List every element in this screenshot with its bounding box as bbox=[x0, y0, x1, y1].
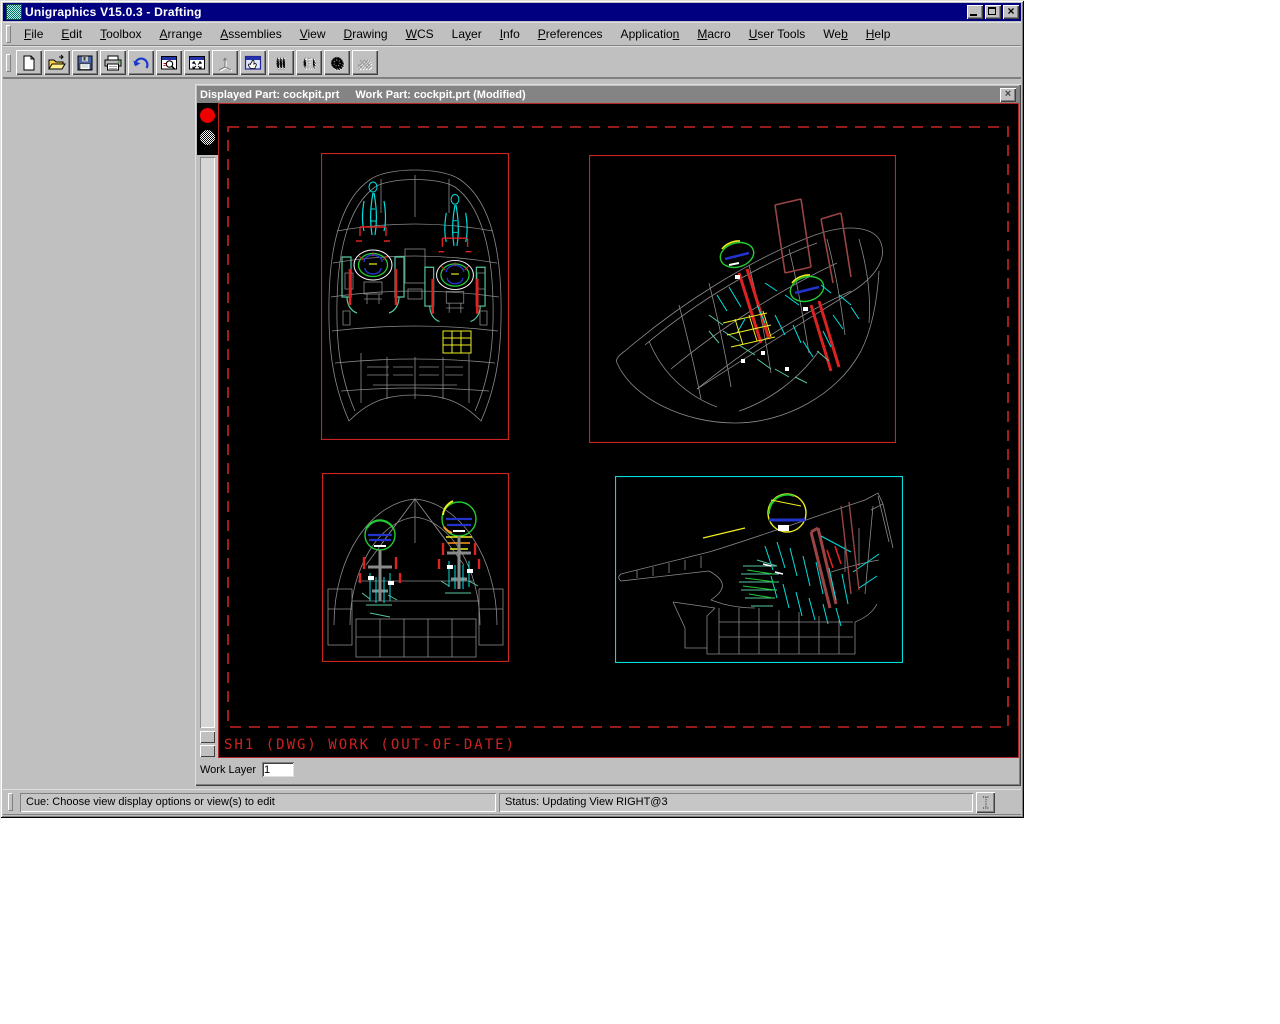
status-panel: Status: Updating View RIGHT@3 bbox=[499, 793, 973, 812]
dotted-part-icon bbox=[271, 54, 291, 72]
menu-item-layer[interactable]: Layer bbox=[443, 24, 491, 44]
menu-item-assemblies[interactable]: Assemblies bbox=[211, 24, 290, 44]
interrupt-icon bbox=[980, 795, 992, 810]
stoplight-panel bbox=[197, 103, 218, 155]
view-operation-button[interactable] bbox=[240, 50, 266, 75]
strip-button-upper[interactable] bbox=[200, 731, 215, 743]
menu-item-web[interactable]: Web bbox=[814, 24, 856, 44]
view-isometric[interactable] bbox=[589, 155, 896, 443]
menu-item-help[interactable]: Help bbox=[857, 24, 900, 44]
dither-circle-icon[interactable] bbox=[200, 130, 215, 145]
window-hand-icon bbox=[243, 54, 263, 72]
window-magnifier-icon bbox=[159, 54, 179, 72]
maximize-icon bbox=[988, 7, 996, 15]
toolbar-grip[interactable] bbox=[6, 54, 11, 72]
open-button[interactable] bbox=[44, 50, 70, 75]
menu-grip[interactable] bbox=[6, 25, 11, 43]
csys-button bbox=[212, 50, 238, 75]
cue-panel: Cue: Choose view display options or view… bbox=[20, 793, 496, 812]
maximize-button[interactable] bbox=[985, 5, 1001, 19]
title-bar: Unigraphics V15.0.3 - Drafting × bbox=[3, 3, 1021, 21]
axes-icon bbox=[215, 54, 235, 72]
open-folder-icon bbox=[47, 54, 67, 72]
app-logo-icon bbox=[6, 4, 22, 20]
new-button[interactable] bbox=[16, 50, 42, 75]
work-part-label: Work Part: cockpit.prt (Modified) bbox=[355, 89, 525, 101]
update-button-1 bbox=[268, 50, 294, 75]
statusbar-grip[interactable] bbox=[8, 793, 13, 811]
menu-item-file[interactable]: File bbox=[15, 24, 52, 44]
menu-item-macro[interactable]: Macro bbox=[688, 24, 739, 44]
stop-sign-icon[interactable] bbox=[200, 108, 215, 123]
minimize-icon bbox=[970, 14, 977, 16]
view-front[interactable] bbox=[322, 473, 509, 662]
menu-item-drawing[interactable]: Drawing bbox=[335, 24, 397, 44]
undo-arrow-icon bbox=[131, 54, 151, 72]
update-button-3 bbox=[324, 50, 350, 75]
toolbar bbox=[3, 46, 1021, 79]
close-button[interactable]: × bbox=[1003, 5, 1019, 19]
menu-item-toolbox[interactable]: Toolbox bbox=[91, 24, 150, 44]
sheet-status-label: SH1 (DWG) WORK (OUT-OF-DATE) bbox=[224, 737, 516, 753]
window-fit-icon bbox=[187, 54, 207, 72]
menu-item-view[interactable]: View bbox=[291, 24, 335, 44]
graphics-window-titlebar[interactable]: Displayed Part: cockpit.prt Work Part: c… bbox=[197, 86, 1019, 103]
work-layer-label: Work Layer bbox=[200, 764, 256, 776]
interrupt-button[interactable] bbox=[976, 792, 995, 813]
graphics-window: Displayed Part: cockpit.prt Work Part: c… bbox=[195, 84, 1021, 786]
menu-item-application[interactable]: Application bbox=[612, 24, 689, 44]
menu-item-wcs[interactable]: WCS bbox=[397, 24, 443, 44]
dotted-part-icon bbox=[299, 54, 319, 72]
view-right[interactable] bbox=[615, 476, 903, 663]
print-button[interactable] bbox=[100, 50, 126, 75]
graphics-window-close-button[interactable]: × bbox=[1000, 88, 1016, 102]
drawing-canvas[interactable]: SH1 (DWG) WORK (OUT-OF-DATE) bbox=[218, 103, 1019, 758]
update-button-2 bbox=[296, 50, 322, 75]
menu-item-preferences[interactable]: Preferences bbox=[529, 24, 612, 44]
menu-bar: FileEditToolboxArrangeAssembliesViewDraw… bbox=[3, 22, 1021, 46]
app-window: Unigraphics V15.0.3 - Drafting × FileEdi… bbox=[0, 0, 1024, 818]
strip-scrollbar[interactable] bbox=[200, 157, 215, 728]
close-icon: × bbox=[1003, 4, 1019, 19]
undo-button[interactable] bbox=[128, 50, 154, 75]
window-title: Unigraphics V15.0.3 - Drafting bbox=[25, 5, 202, 19]
view-control-strip bbox=[197, 103, 218, 758]
printer-icon bbox=[103, 54, 123, 72]
examine-view-button[interactable] bbox=[156, 50, 182, 75]
status-bar: Cue: Choose view display options or view… bbox=[3, 789, 1021, 815]
work-layer-bar: Work Layer bbox=[197, 758, 1019, 781]
fit-view-button[interactable] bbox=[184, 50, 210, 75]
mesh-icon bbox=[355, 54, 375, 72]
minimize-button[interactable] bbox=[967, 5, 983, 19]
blank-page-icon bbox=[19, 54, 39, 72]
menu-item-info[interactable]: Info bbox=[491, 24, 529, 44]
shade-button bbox=[352, 50, 378, 75]
menu-item-user-tools[interactable]: User Tools bbox=[740, 24, 815, 44]
menu-item-edit[interactable]: Edit bbox=[52, 24, 91, 44]
view-top[interactable] bbox=[321, 153, 509, 440]
menu-item-arrange[interactable]: Arrange bbox=[151, 24, 212, 44]
save-button[interactable] bbox=[72, 50, 98, 75]
strip-button-lower[interactable] bbox=[200, 745, 215, 757]
displayed-part-label: Displayed Part: cockpit.prt bbox=[200, 89, 339, 101]
desktop: Unigraphics V15.0.3 - Drafting × FileEdi… bbox=[0, 0, 1280, 1024]
dotted-part-icon bbox=[327, 54, 347, 72]
floppy-disk-icon bbox=[75, 54, 95, 72]
work-layer-input[interactable] bbox=[262, 762, 294, 777]
